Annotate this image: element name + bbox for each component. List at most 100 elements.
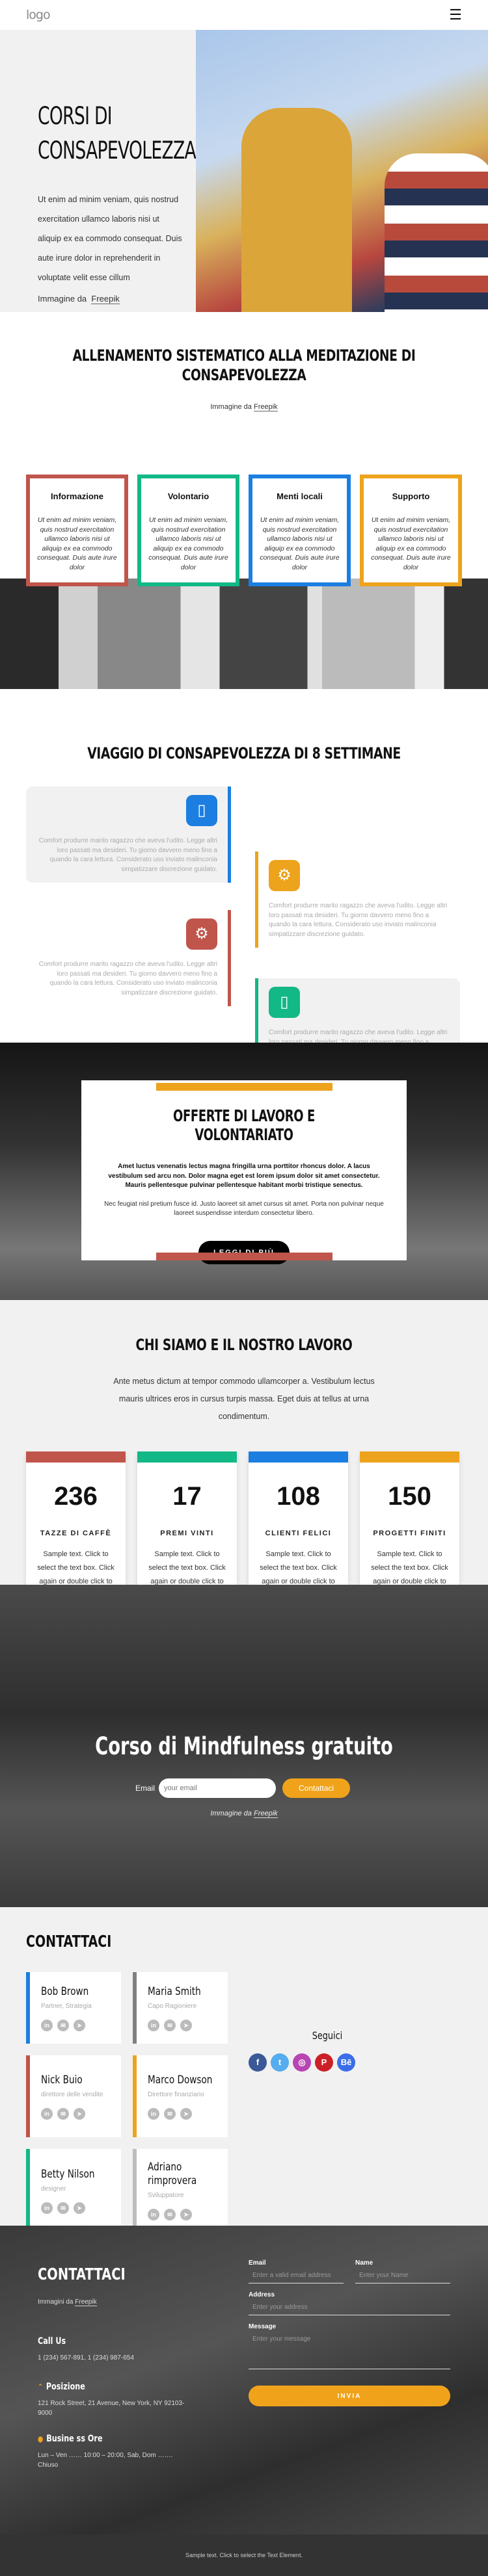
freepik-link[interactable]: Freepik <box>253 403 278 411</box>
member-name: Adriano rimprovera <box>148 2161 197 2187</box>
team-member-card: Marco Dowson Direttore finanziario in ✉ ➤ <box>133 2055 228 2137</box>
team-member-card: Bob Brown Partner, Strategia in ✉ ➤ <box>26 1972 121 2044</box>
message-label: Message <box>249 2323 277 2330</box>
member-name: Marco Dowson <box>148 2073 213 2087</box>
footer: Sample text. Click to select the Text El… <box>0 2534 488 2576</box>
hero-title: CORSI DI CONSAPEVOLEZZA <box>38 102 197 164</box>
stat-value: 150 <box>388 1482 431 1511</box>
feature-card: Volontario Ut enim ad minim veniam, quis … <box>137 475 239 586</box>
telegram-icon[interactable]: ➤ <box>180 2107 192 2120</box>
call-info: Call Us 1 (234) 567-891, 1 (234) 987-654 <box>38 2336 194 2363</box>
team-member-card: Nick Buio direttore delle vendite in ✉ ➤ <box>26 2055 121 2137</box>
telegram-icon[interactable]: ➤ <box>74 2107 85 2120</box>
instagram-icon[interactable]: ◎ <box>293 2053 311 2072</box>
training-section: ALLENAMENTO SISTEMATICO ALLA MEDITAZIONE… <box>0 312 488 770</box>
name-label: Name <box>355 2259 373 2267</box>
footer-text: Sample text. Click to select the Text El… <box>185 2552 303 2558</box>
mail-icon[interactable]: ✉ <box>57 2019 69 2031</box>
facebook-icon[interactable]: f <box>249 2053 267 2072</box>
timeline-text: Comfort produrre marito ragazzo che avev… <box>38 961 217 996</box>
stat-value: 236 <box>54 1482 98 1511</box>
linkedin-icon[interactable]: in <box>148 2107 159 2120</box>
logo[interactable]: logo <box>26 8 51 22</box>
feature-card-text: Ut enim ad minim veniam, quis nostrud ex… <box>260 516 340 571</box>
stat-accent <box>360 1451 459 1463</box>
hero-image <box>196 30 488 312</box>
mail-icon[interactable]: ✉ <box>164 2107 176 2120</box>
accent-bar-bottom <box>156 1253 332 1260</box>
image-credit: Immagine da Freepik <box>0 1810 488 1818</box>
hours-title: Busine ss Ore <box>46 2434 103 2444</box>
message-textarea[interactable] <box>249 2330 450 2369</box>
journey-title: VIAGGIO DI CONSAPEVOLEZZA DI 8 SETTIMANE <box>87 744 401 762</box>
behance-icon[interactable]: Bē <box>337 2053 355 2072</box>
feature-card-title: Menti locali <box>277 491 323 501</box>
timeline-item: ⚙ Comfort produrre marito ragazzo che ave… <box>255 852 460 948</box>
member-role: Direttore finanziario <box>148 2090 204 2098</box>
mail-icon[interactable]: ✉ <box>57 2107 69 2120</box>
linkedin-icon[interactable]: in <box>148 2019 159 2031</box>
contact-form: Email Name Address Message INVIA <box>249 2259 450 2406</box>
address-input[interactable] <box>249 2298 450 2315</box>
credit-prefix: Immagine da <box>38 294 87 304</box>
email-input[interactable] <box>159 1778 277 1798</box>
telegram-icon[interactable]: ➤ <box>180 2209 192 2220</box>
free-course-section: Corso di Mindfulness gratuito Email Cont… <box>0 1585 488 1907</box>
clock-icon: ● <box>38 2434 44 2443</box>
hero-text: Ut enim ad minim veniam, quis nostrud ex… <box>38 195 182 282</box>
telegram-icon[interactable]: ➤ <box>74 2202 85 2214</box>
mail-icon[interactable]: ✉ <box>164 2019 176 2031</box>
member-name: Maria Smith <box>148 1984 201 1998</box>
team-member-card: Betty Nilson designer in ✉ ➤ <box>26 2149 121 2232</box>
location-info: ⌃ Posizione 121 Rock Street, 21 Avenue, N… <box>38 2382 194 2418</box>
smartphone-icon: ▯ <box>186 795 217 826</box>
email-input[interactable] <box>249 2267 344 2283</box>
submit-button[interactable]: INVIA <box>249 2386 450 2406</box>
address-label: Address <box>249 2291 275 2298</box>
feature-card: Informazione Ut enim ad minim veniam, qui… <box>26 475 128 586</box>
member-name: Betty Nilson <box>41 2167 95 2181</box>
credit-prefix: Immagine da <box>210 1810 252 1817</box>
smartphone-icon: ▯ <box>269 987 300 1018</box>
follow-us: Seguici f t ◎ P Bē <box>249 2029 355 2072</box>
free-course-title: Corso di Mindfulness gratuito <box>95 1732 393 1760</box>
hero-section: CORSI DI CONSAPEVOLEZZA Ut enim ad minim… <box>0 30 488 353</box>
location-title: Posizione <box>46 2382 85 2392</box>
member-role: Capo Ragioniere <box>148 2002 197 2010</box>
credit-prefix: Immagini da <box>38 2298 74 2306</box>
hamburger-icon[interactable]: ☰ <box>449 7 462 23</box>
stat-accent <box>137 1451 237 1463</box>
name-input[interactable] <box>355 2267 450 2283</box>
telegram-icon[interactable]: ➤ <box>74 2019 85 2031</box>
hours-info: ● Busine ss Ore Lun – Ven …… 10:00 – 20:0… <box>38 2434 194 2470</box>
freepik-link[interactable]: Freepik <box>91 294 120 304</box>
feature-card-text: Ut enim ad minim veniam, quis nostrud ex… <box>148 516 228 571</box>
team-section: CONTATTACI Bob Brown Partner, Strategia in… <box>0 1907 488 2232</box>
linkedin-icon[interactable]: in <box>41 2019 53 2031</box>
about-section: CHI SIAMO E IL NOSTRO LAVORO Ante metus … <box>0 1300 488 1654</box>
offers-bold-text: Amet luctus venenatis lectus magna fring… <box>108 1163 380 1189</box>
member-role: direttore delle vendite <box>41 2090 103 2098</box>
member-role: Partner, Strategia <box>41 2002 92 2010</box>
telegram-icon[interactable]: ➤ <box>180 2019 192 2031</box>
freepik-link[interactable]: Freepik <box>75 2298 97 2306</box>
credit-prefix: Immagine da <box>210 403 252 411</box>
timeline-text: Comfort produrre marito ragazzo che avev… <box>269 902 448 938</box>
stat-label: PREMI VINTI <box>160 1529 214 1537</box>
follow-title: Seguici <box>312 2029 343 2042</box>
gear-icon: ⚙ <box>269 860 300 891</box>
email-label: Email <box>249 2259 266 2267</box>
about-lead: Ante metus dictum at tempor commodo ulla… <box>113 1377 375 1421</box>
stat-accent <box>249 1451 348 1463</box>
freepik-link[interactable]: Freepik <box>253 1810 278 1818</box>
pinterest-icon[interactable]: P <box>315 2053 333 2072</box>
mail-icon[interactable]: ✉ <box>57 2202 69 2214</box>
contact-button[interactable]: Contattaci <box>282 1778 351 1798</box>
mail-icon[interactable]: ✉ <box>164 2209 176 2220</box>
linkedin-icon[interactable]: in <box>41 2202 53 2214</box>
image-credit: Immagine da Freepik <box>38 294 196 304</box>
linkedin-icon[interactable]: in <box>41 2107 53 2120</box>
twitter-icon[interactable]: t <box>271 2053 289 2072</box>
timeline-text: Comfort produrre marito ragazzo che avev… <box>38 837 217 873</box>
linkedin-icon[interactable]: in <box>148 2209 159 2220</box>
